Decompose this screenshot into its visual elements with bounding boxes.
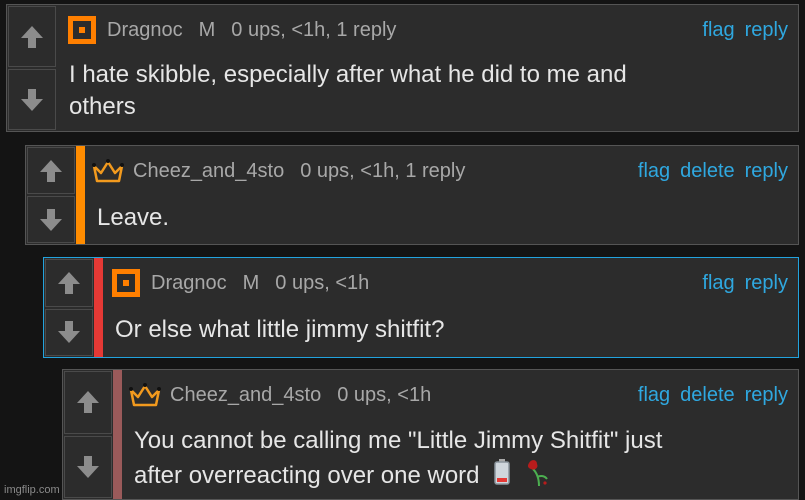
thread-accent-bar bbox=[113, 370, 122, 499]
comment-meta: 0 ups, <1h, 1 reply bbox=[300, 159, 466, 182]
flag-link[interactable]: flag bbox=[638, 384, 670, 407]
comment-body: Dragnoc M 0 ups, <1h, 1 reply flag reply… bbox=[57, 5, 798, 131]
comment-actions: flag delete reply bbox=[638, 384, 788, 407]
orange-square-icon bbox=[109, 268, 143, 298]
downvote-button[interactable] bbox=[45, 308, 93, 356]
reply-link[interactable]: reply bbox=[745, 160, 788, 183]
username[interactable]: Cheez_and_4sto bbox=[133, 160, 284, 183]
arrow-down-icon bbox=[40, 208, 62, 231]
flag-link[interactable]: flag bbox=[702, 19, 734, 42]
comment-2: Cheez_and_4sto 0 ups, <1h, 1 reply flag … bbox=[25, 145, 799, 245]
crown-icon bbox=[91, 156, 125, 186]
arrow-down-icon bbox=[58, 321, 80, 344]
comment-text: Leave. bbox=[97, 202, 788, 234]
downvote-button[interactable] bbox=[8, 69, 56, 130]
arrow-down-icon bbox=[77, 455, 99, 478]
comment-text-line: Leave. bbox=[97, 204, 170, 231]
comment-text: I hate skibble, especially after what he… bbox=[69, 59, 788, 123]
username[interactable]: Dragnoc bbox=[107, 19, 183, 42]
arrow-up-icon bbox=[77, 391, 99, 414]
arrow-up-icon bbox=[21, 25, 43, 48]
comment-3: Dragnoc M 0 ups, <1h flag reply Or else … bbox=[43, 257, 799, 358]
comment-meta: 0 ups, <1h bbox=[337, 383, 432, 406]
upvote-button[interactable] bbox=[8, 6, 56, 67]
comment-header: Cheez_and_4sto 0 ups, <1h, 1 reply flag … bbox=[91, 156, 798, 186]
mod-badge: M bbox=[242, 271, 260, 294]
flag-link[interactable]: flag bbox=[638, 160, 670, 183]
low-battery-icon bbox=[492, 458, 512, 495]
mod-badge: M bbox=[198, 18, 216, 41]
vote-column bbox=[63, 370, 113, 499]
arrow-up-icon bbox=[40, 159, 62, 182]
comment-1: Dragnoc M 0 ups, <1h, 1 reply flag reply… bbox=[6, 4, 799, 132]
comment-actions: flag reply bbox=[702, 19, 788, 42]
flag-link[interactable]: flag bbox=[702, 272, 734, 295]
wilted-flower-icon bbox=[525, 457, 553, 496]
comment-header: Dragnoc M 0 ups, <1h flag reply bbox=[109, 268, 798, 298]
comment-text: You cannot be calling me "Little Jimmy S… bbox=[134, 425, 788, 496]
comment-text-line: You cannot be calling me "Little Jimmy S… bbox=[134, 427, 663, 454]
delete-link[interactable]: delete bbox=[680, 160, 735, 183]
reply-link[interactable]: reply bbox=[745, 272, 788, 295]
comment-body: Dragnoc M 0 ups, <1h flag reply Or else … bbox=[103, 258, 798, 357]
reply-link[interactable]: reply bbox=[745, 19, 788, 42]
upvote-button[interactable] bbox=[45, 259, 93, 307]
vote-column bbox=[7, 5, 57, 131]
comment-meta: 0 ups, <1h, 1 reply bbox=[231, 18, 397, 41]
comment-actions: flag reply bbox=[702, 272, 788, 295]
comment-actions: flag delete reply bbox=[638, 160, 788, 183]
username[interactable]: Cheez_and_4sto bbox=[170, 384, 321, 407]
upvote-button[interactable] bbox=[64, 371, 112, 434]
comment-header: Dragnoc M 0 ups, <1h, 1 reply flag reply bbox=[65, 15, 798, 45]
comment-text-line: after overreacting over one word bbox=[134, 457, 788, 496]
comment-text: Or else what little jimmy shitfit? bbox=[115, 314, 788, 346]
crown-icon bbox=[128, 380, 162, 410]
arrow-down-icon bbox=[21, 88, 43, 111]
thread-accent-bar bbox=[94, 258, 103, 357]
upvote-button[interactable] bbox=[27, 147, 75, 194]
downvote-button[interactable] bbox=[64, 435, 112, 498]
downvote-button[interactable] bbox=[27, 196, 75, 243]
watermark: imgflip.com bbox=[4, 484, 60, 496]
comment-body: Cheez_and_4sto 0 ups, <1h, 1 reply flag … bbox=[85, 146, 798, 244]
comment-4: Cheez_and_4sto 0 ups, <1h flag delete re… bbox=[62, 369, 799, 500]
reply-link[interactable]: reply bbox=[745, 384, 788, 407]
comment-text-line: others bbox=[69, 93, 136, 120]
arrow-up-icon bbox=[58, 271, 80, 294]
comment-header: Cheez_and_4sto 0 ups, <1h flag delete re… bbox=[128, 380, 798, 410]
comment-text-line: I hate skibble, especially after what he… bbox=[69, 61, 627, 88]
vote-column bbox=[44, 258, 94, 357]
username[interactable]: Dragnoc bbox=[151, 272, 227, 295]
comment-meta: 0 ups, <1h bbox=[275, 271, 370, 294]
comment-text-line: Or else what little jimmy shitfit? bbox=[115, 316, 445, 343]
thread-accent-bar bbox=[76, 146, 85, 244]
orange-square-icon bbox=[65, 15, 99, 45]
delete-link[interactable]: delete bbox=[680, 384, 735, 407]
comment-body: Cheez_and_4sto 0 ups, <1h flag delete re… bbox=[122, 370, 798, 499]
vote-column bbox=[26, 146, 76, 244]
comment-text-line-content: after overreacting over one word bbox=[134, 461, 480, 489]
